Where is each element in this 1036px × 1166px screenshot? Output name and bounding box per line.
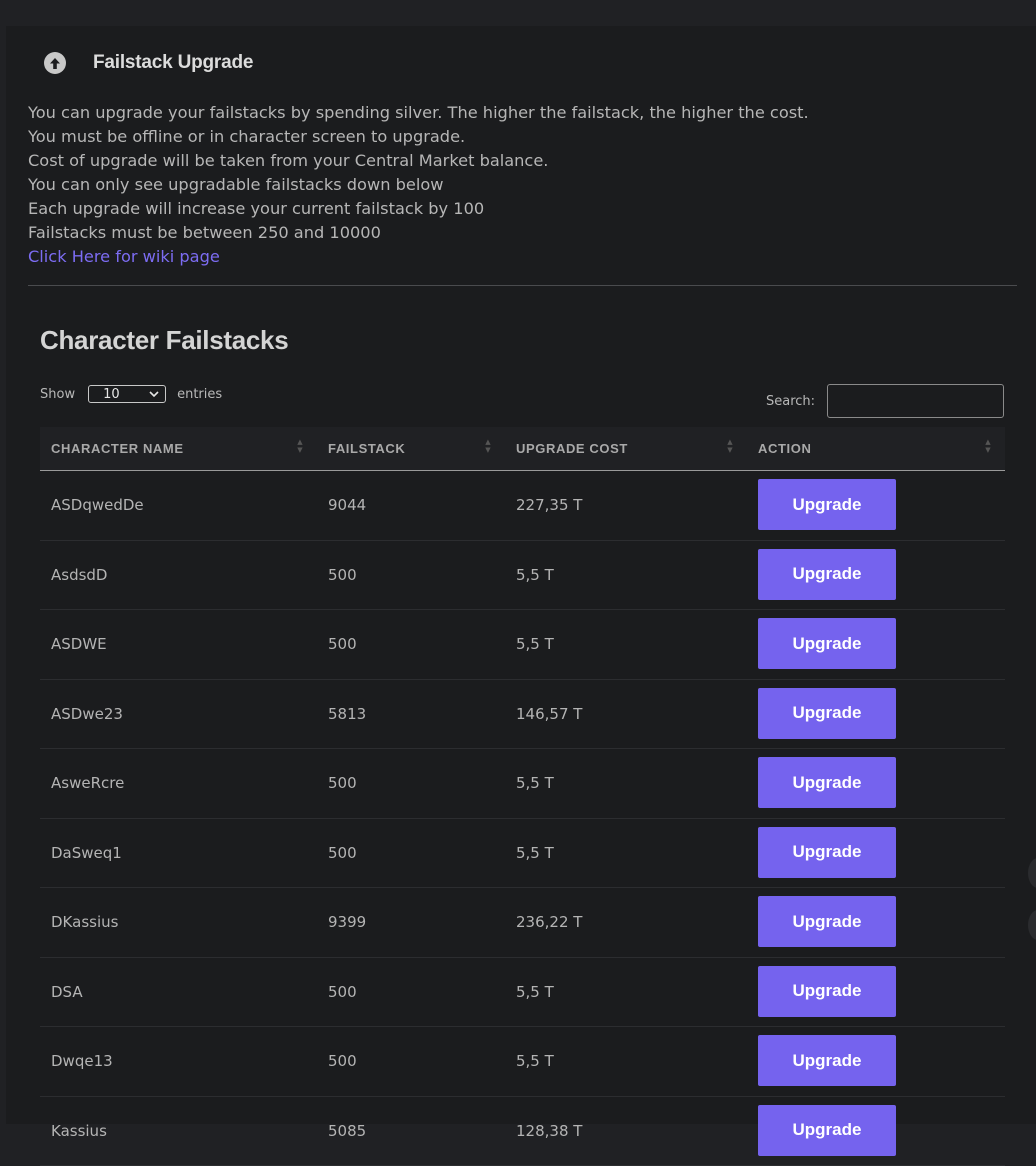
- card-title: Failstack Upgrade: [93, 52, 253, 74]
- cell-failstack: 9044: [328, 471, 366, 539]
- wiki-link[interactable]: Click Here for wiki page: [28, 247, 220, 266]
- info-text: You can upgrade your failstacks by spend…: [28, 101, 809, 269]
- sort-icon: ▲▼: [296, 438, 304, 458]
- upgrade-button[interactable]: Upgrade: [758, 618, 896, 669]
- sort-icon: ▲▼: [484, 438, 492, 458]
- top-bar: [0, 0, 1036, 24]
- sort-icon: ▲▼: [984, 438, 992, 458]
- cell-character-name: AsdsdD: [51, 541, 107, 609]
- cell-upgrade-cost: 236,22 T: [516, 888, 582, 956]
- table-header: CHARACTER NAME ▲▼ FAILSTACK ▲▼ UPGRADE C…: [40, 427, 1005, 471]
- cell-failstack: 500: [328, 610, 357, 678]
- entries-select[interactable]: 10: [88, 385, 166, 403]
- table-row: ASDWE 500 5,5 T Upgrade: [40, 610, 1005, 680]
- upgrade-button[interactable]: Upgrade: [758, 688, 896, 739]
- table-row: Dwqe13 500 5,5 T Upgrade: [40, 1027, 1005, 1097]
- upgrade-button[interactable]: Upgrade: [758, 1035, 896, 1086]
- column-header-action[interactable]: ACTION: [758, 427, 811, 470]
- cell-character-name: AsweRcre: [51, 749, 124, 817]
- cell-failstack: 500: [328, 1027, 357, 1095]
- table-row: ASDqwedDe 9044 227,35 T Upgrade: [40, 471, 1005, 541]
- info-line: You can only see upgradable failstacks d…: [28, 173, 809, 197]
- cell-upgrade-cost: 5,5 T: [516, 541, 554, 609]
- info-line: Cost of upgrade will be taken from your …: [28, 149, 809, 173]
- cell-failstack: 500: [328, 819, 357, 887]
- upgrade-button[interactable]: Upgrade: [758, 896, 896, 947]
- cell-character-name: Dwqe13: [51, 1027, 113, 1095]
- failstack-upgrade-card: Failstack Upgrade You can upgrade your f…: [6, 26, 1036, 1124]
- info-line: You must be offline or in character scre…: [28, 125, 809, 149]
- column-header-character-name[interactable]: CHARACTER NAME: [51, 427, 184, 470]
- upgrade-button[interactable]: Upgrade: [758, 479, 896, 530]
- cell-upgrade-cost: 5,5 T: [516, 958, 554, 1026]
- cell-failstack: 500: [328, 749, 357, 817]
- cell-upgrade-cost: 227,35 T: [516, 471, 582, 539]
- chevron-down-icon: [149, 387, 159, 402]
- upgrade-button[interactable]: Upgrade: [758, 1105, 896, 1156]
- info-line: You can upgrade your failstacks by spend…: [28, 101, 809, 125]
- failstacks-table: CHARACTER NAME ▲▼ FAILSTACK ▲▼ UPGRADE C…: [40, 427, 1005, 1166]
- cell-failstack: 500: [328, 958, 357, 1026]
- cell-failstack: 9399: [328, 888, 366, 956]
- cell-upgrade-cost: 128,38 T: [516, 1097, 582, 1165]
- upgrade-button[interactable]: Upgrade: [758, 966, 896, 1017]
- column-header-failstack[interactable]: FAILSTACK: [328, 427, 405, 470]
- search-label: Search:: [766, 394, 815, 409]
- info-line: Failstacks must be between 250 and 10000: [28, 221, 809, 245]
- cell-upgrade-cost: 146,57 T: [516, 680, 582, 748]
- cell-character-name: DKassius: [51, 888, 118, 956]
- table-row: DKassius 9399 236,22 T Upgrade: [40, 888, 1005, 958]
- table-row: DaSweq1 500 5,5 T Upgrade: [40, 819, 1005, 889]
- cell-failstack: 5085: [328, 1097, 366, 1165]
- show-label: Show: [40, 387, 75, 402]
- entries-select-value: 10: [103, 387, 120, 402]
- table-row: AsweRcre 500 5,5 T Upgrade: [40, 749, 1005, 819]
- card-header: Failstack Upgrade: [44, 50, 253, 76]
- cell-character-name: ASDWE: [51, 610, 107, 678]
- search-input[interactable]: [827, 384, 1004, 418]
- cell-character-name: ASDqwedDe: [51, 471, 144, 539]
- cell-character-name: Kassius: [51, 1097, 107, 1165]
- column-header-upgrade-cost[interactable]: UPGRADE COST: [516, 427, 628, 470]
- cell-character-name: ASDwe23: [51, 680, 123, 748]
- table-row: Kassius 5085 128,38 T Upgrade: [40, 1097, 1005, 1166]
- upgrade-button[interactable]: Upgrade: [758, 827, 896, 878]
- cell-character-name: DSA: [51, 958, 83, 1026]
- search-control: Search:: [766, 384, 1004, 418]
- info-line: Each upgrade will increase your current …: [28, 197, 809, 221]
- section-title: Character Failstacks: [40, 325, 288, 356]
- entries-length-control: Show 10 entries: [40, 385, 222, 403]
- upgrade-button[interactable]: Upgrade: [758, 757, 896, 808]
- cell-upgrade-cost: 5,5 T: [516, 819, 554, 887]
- arrow-up-circle-icon: [44, 52, 66, 74]
- divider: [28, 285, 1017, 286]
- cell-upgrade-cost: 5,5 T: [516, 610, 554, 678]
- cell-upgrade-cost: 5,5 T: [516, 749, 554, 817]
- entries-label: entries: [177, 387, 222, 402]
- cell-failstack: 500: [328, 541, 357, 609]
- cell-upgrade-cost: 5,5 T: [516, 1027, 554, 1095]
- table-row: ASDwe23 5813 146,57 T Upgrade: [40, 680, 1005, 750]
- cell-character-name: DaSweq1: [51, 819, 122, 887]
- cell-failstack: 5813: [328, 680, 366, 748]
- table-body: ASDqwedDe 9044 227,35 T Upgrade AsdsdD 500 5,5…: [40, 471, 1005, 1166]
- table-row: AsdsdD 500 5,5 T Upgrade: [40, 541, 1005, 611]
- sort-icon: ▲▼: [726, 438, 734, 458]
- table-row: DSA 500 5,5 T Upgrade: [40, 958, 1005, 1028]
- upgrade-button[interactable]: Upgrade: [758, 549, 896, 600]
